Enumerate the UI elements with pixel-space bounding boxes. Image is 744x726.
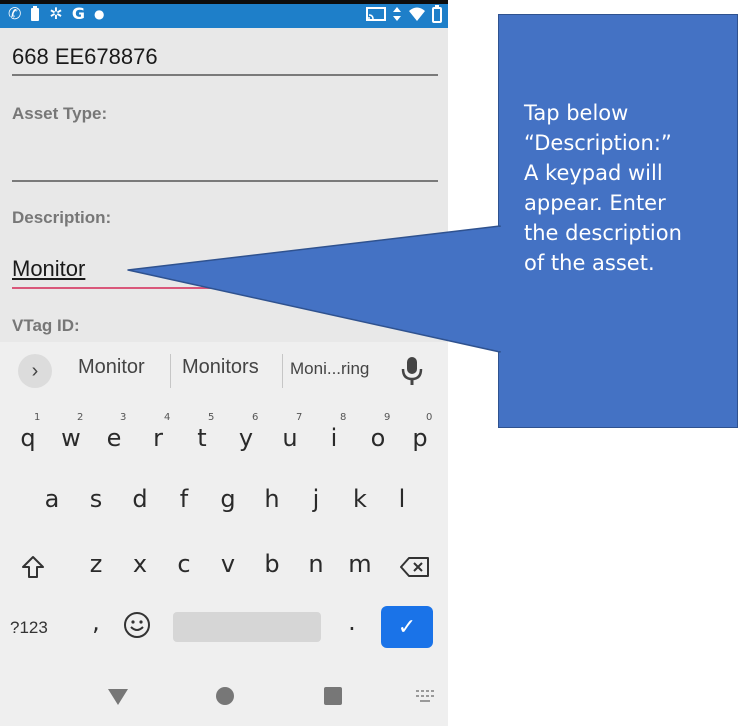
key-q[interactable]: q (18, 424, 38, 452)
description-field[interactable]: Monitor (12, 256, 85, 282)
shift-icon[interactable] (20, 554, 46, 580)
key-t[interactable]: t (192, 424, 212, 452)
chevron-right-icon[interactable]: › (18, 354, 52, 388)
key-p[interactable]: p (410, 424, 430, 452)
serial-field[interactable]: 668 EE678876 (12, 44, 158, 70)
key-m[interactable]: m (348, 550, 372, 578)
key-f[interactable]: f (174, 485, 194, 513)
comma-key[interactable]: , (88, 608, 104, 636)
key-o[interactable]: o (368, 424, 388, 452)
data-transfer-icon (393, 7, 401, 21)
key-hint-7: 7 (296, 412, 303, 423)
phone-screen: ✆ ✲ G ● 668 EE678876 Asset Type: Descrip… (0, 0, 448, 726)
symbols-key[interactable]: ?123 (10, 618, 48, 638)
key-d[interactable]: d (130, 485, 150, 513)
key-k[interactable]: k (350, 485, 370, 513)
suggestion-divider (170, 354, 171, 388)
status-bar: ✆ ✲ G ● (0, 0, 448, 28)
key-g[interactable]: g (218, 485, 238, 513)
serial-underline (12, 74, 438, 76)
key-hint-5: 5 (208, 412, 215, 423)
battery-icon (432, 5, 442, 23)
microphone-icon[interactable] (398, 354, 426, 388)
cast-icon (366, 7, 386, 21)
key-z[interactable]: z (84, 550, 108, 578)
key-c[interactable]: c (172, 550, 196, 578)
navigation-bar (0, 668, 448, 726)
wifi-icon (409, 7, 425, 21)
key-hint-4: 4 (164, 412, 171, 423)
key-n[interactable]: n (304, 550, 328, 578)
key-v[interactable]: v (216, 550, 240, 578)
callout-text: Tap below “Description:” A keypad will a… (524, 98, 724, 278)
key-a[interactable]: a (42, 485, 62, 513)
gear-icon: ✲ (49, 4, 63, 23)
key-hint-6: 6 (252, 412, 259, 423)
asset-type-label: Asset Type: (12, 104, 108, 123)
period-key[interactable]: . (344, 608, 360, 636)
callout-line: the description (524, 221, 682, 245)
recents-square-icon[interactable] (323, 686, 343, 706)
key-j[interactable]: j (306, 485, 326, 513)
phone-icon: ✆ (8, 4, 22, 23)
callout-line: “Description:” (524, 131, 672, 155)
top-edge (0, 0, 448, 4)
enter-key[interactable]: ✓ (381, 606, 433, 648)
asset-type-underline (12, 180, 438, 182)
callout-line: of the asset. (524, 251, 655, 275)
keyboard-icon[interactable] (416, 690, 434, 702)
key-s[interactable]: s (86, 485, 106, 513)
dot-icon: ● (93, 7, 105, 21)
asset-type-field[interactable] (12, 140, 438, 170)
home-circle-icon[interactable] (215, 686, 235, 706)
suggestion-3[interactable]: Moni...ring (290, 359, 369, 379)
space-bar[interactable] (173, 612, 321, 642)
key-x[interactable]: x (128, 550, 152, 578)
description-focus-underline (12, 287, 438, 289)
vtag-label: VTag ID: (12, 316, 80, 335)
google-icon: G (71, 4, 85, 23)
description-label: Description: (12, 208, 112, 227)
suggestion-strip: › Monitor Monitors Moni...ring (0, 342, 448, 398)
back-triangle-icon[interactable] (107, 688, 129, 706)
battery-saver-icon (31, 6, 40, 21)
key-u[interactable]: u (280, 424, 300, 452)
key-h[interactable]: h (262, 485, 282, 513)
callout-line: Tap below (524, 101, 629, 125)
suggestion-1[interactable]: Monitor (78, 356, 145, 379)
emoji-icon[interactable] (122, 610, 152, 640)
callout-line: appear. Enter (524, 191, 666, 215)
key-i[interactable]: i (324, 424, 344, 452)
key-hint-8: 8 (340, 412, 347, 423)
suggestion-2[interactable]: Monitors (182, 356, 259, 379)
suggestion-divider (282, 354, 283, 388)
key-w[interactable]: w (61, 424, 81, 452)
soft-keyboard: › Monitor Monitors Moni...ring q1 w2 e3 r4 t… (0, 342, 448, 726)
key-e[interactable]: e (104, 424, 124, 452)
key-l[interactable]: l (392, 485, 412, 513)
key-hint-9: 9 (384, 412, 391, 423)
key-hint-3: 3 (120, 412, 127, 423)
key-hint-1: 1 (34, 412, 41, 423)
backspace-icon[interactable] (400, 556, 430, 578)
key-hint-0: 0 (426, 412, 433, 423)
key-y[interactable]: y (236, 424, 256, 452)
key-b[interactable]: b (260, 550, 284, 578)
callout-line: A keypad will (524, 161, 663, 185)
key-hint-2: 2 (77, 412, 84, 423)
key-r[interactable]: r (148, 424, 168, 452)
